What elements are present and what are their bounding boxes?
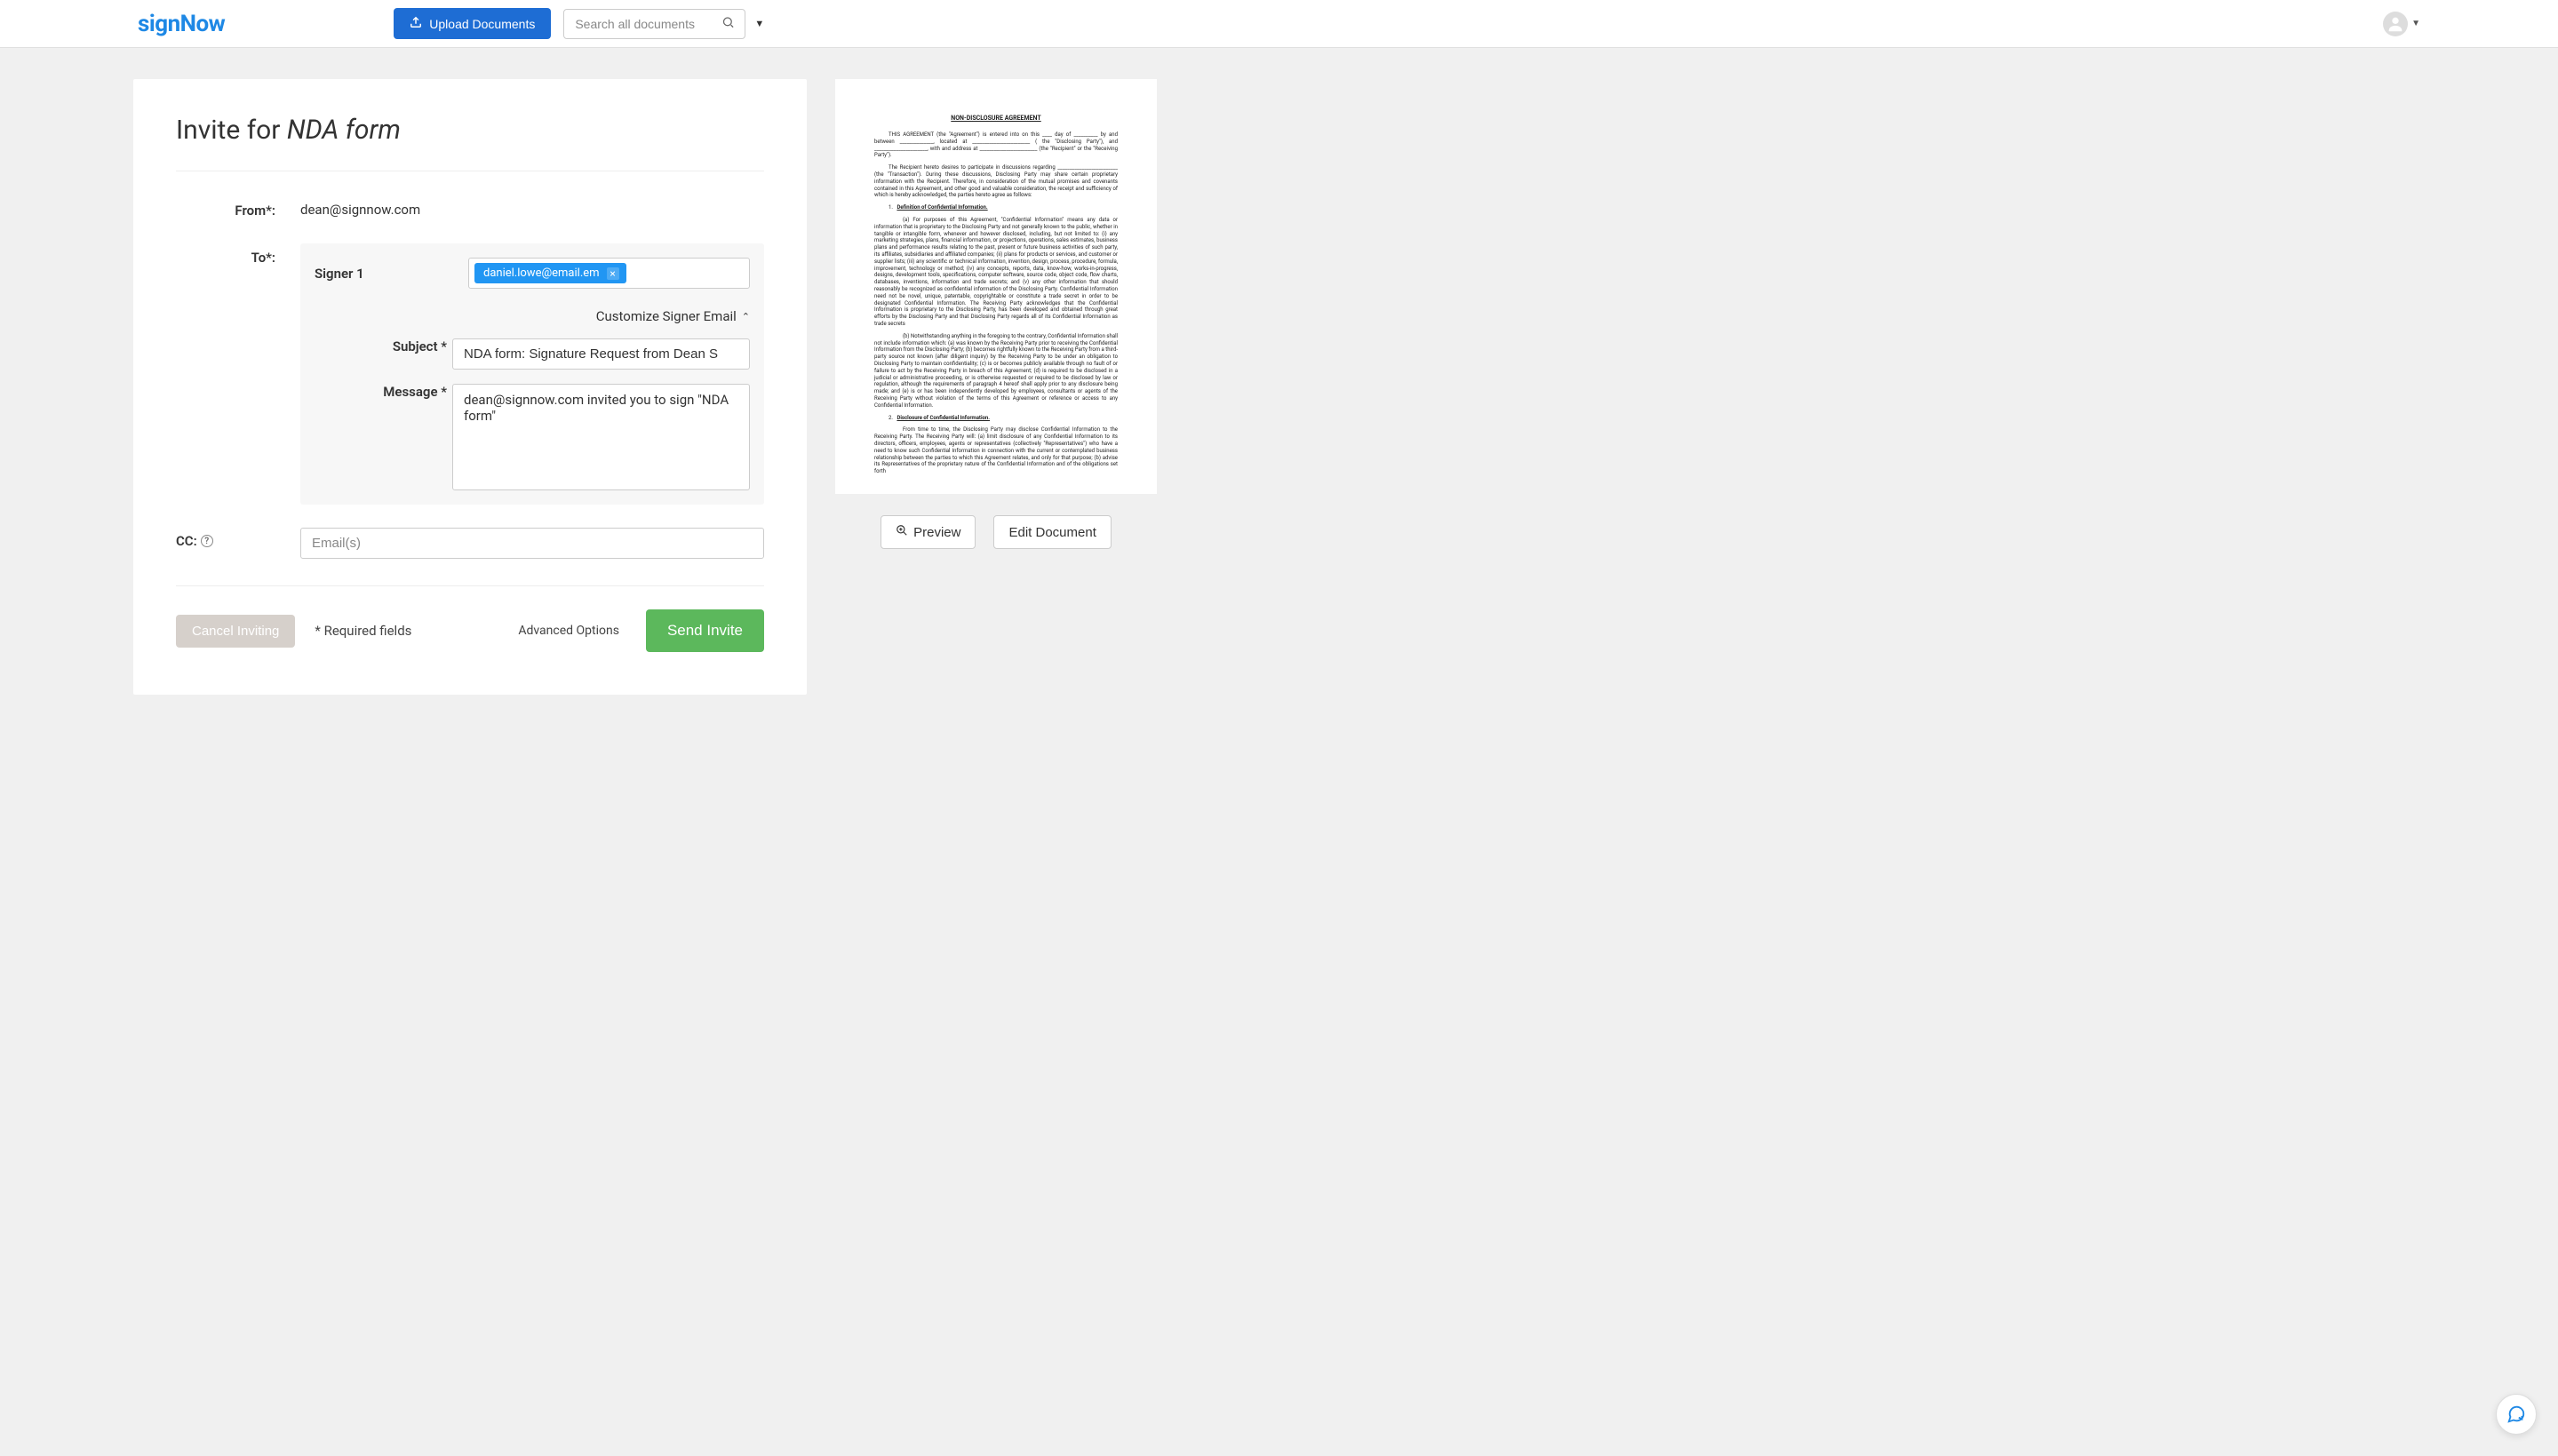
document-thumbnail: NON-DISCLOSURE AGREEMENT THIS AGREEMENT … (835, 79, 1157, 494)
from-row: From*: dean@signnow.com (176, 196, 764, 219)
preview-button[interactable]: Preview (881, 515, 976, 549)
to-label: To*: (251, 250, 275, 266)
chevron-down-icon: ▼ (2411, 19, 2420, 28)
footer-row: Cancel Inviting * Required fields Advanc… (176, 609, 764, 652)
chat-fab[interactable] (2496, 1394, 2537, 1435)
invite-panel: Invite for NDA form From*: dean@signnow.… (133, 79, 807, 695)
user-menu[interactable]: ▼ (2383, 12, 2420, 36)
customize-signer-email-toggle[interactable]: Customize Signer Email ⌃ (596, 308, 750, 324)
preview-column: NON-DISCLOSURE AGREEMENT THIS AGREEMENT … (835, 79, 1157, 549)
upload-icon (410, 16, 422, 31)
main: Invite for NDA form From*: dean@signnow.… (0, 48, 2558, 726)
upload-documents-button[interactable]: Upload Documents (394, 8, 551, 39)
from-value: dean@signnow.com (300, 196, 764, 218)
search-input[interactable] (563, 9, 745, 39)
search-icon[interactable] (721, 15, 735, 32)
signer-label: Signer 1 (315, 266, 452, 282)
required-note: * Required fields (315, 623, 411, 639)
help-icon[interactable]: ? (201, 535, 213, 547)
subject-input[interactable] (452, 338, 750, 370)
search-wrap (563, 9, 745, 39)
cc-label: CC: ? (176, 533, 275, 549)
panel-title: Invite for NDA form (176, 115, 764, 171)
header: signNow Upload Documents ▼ ▼ (0, 0, 2558, 48)
search-dropdown-caret[interactable]: ▼ (754, 18, 764, 29)
chat-icon (2506, 1404, 2526, 1424)
cancel-button[interactable]: Cancel Inviting (176, 615, 295, 648)
zoom-icon (896, 524, 908, 540)
cc-row: CC: ? (176, 528, 764, 559)
preview-actions: Preview Edit Document (881, 515, 1112, 549)
divider (176, 585, 764, 586)
email-tag: daniel.lowe@email.em × (474, 263, 626, 283)
chevron-up-icon: ⌃ (742, 311, 750, 322)
message-textarea[interactable] (452, 384, 750, 490)
signer-block: Signer 1 daniel.lowe@email.em × Customiz… (300, 243, 764, 505)
advanced-options-link[interactable]: Advanced Options (518, 624, 619, 638)
message-label: Message * (315, 384, 452, 400)
upload-label: Upload Documents (429, 17, 535, 31)
from-label: From*: (235, 203, 275, 219)
subject-label: Subject * (315, 338, 452, 354)
cc-input[interactable] (300, 528, 764, 559)
to-row: To*: Signer 1 daniel.lowe@email.em × (176, 243, 764, 505)
avatar (2383, 12, 2408, 36)
signer-email-input[interactable]: daniel.lowe@email.em × (468, 258, 750, 289)
remove-email-icon[interactable]: × (607, 267, 619, 280)
logo[interactable]: signNow (138, 11, 225, 37)
edit-document-button[interactable]: Edit Document (993, 515, 1111, 549)
send-invite-button[interactable]: Send Invite (646, 609, 764, 652)
